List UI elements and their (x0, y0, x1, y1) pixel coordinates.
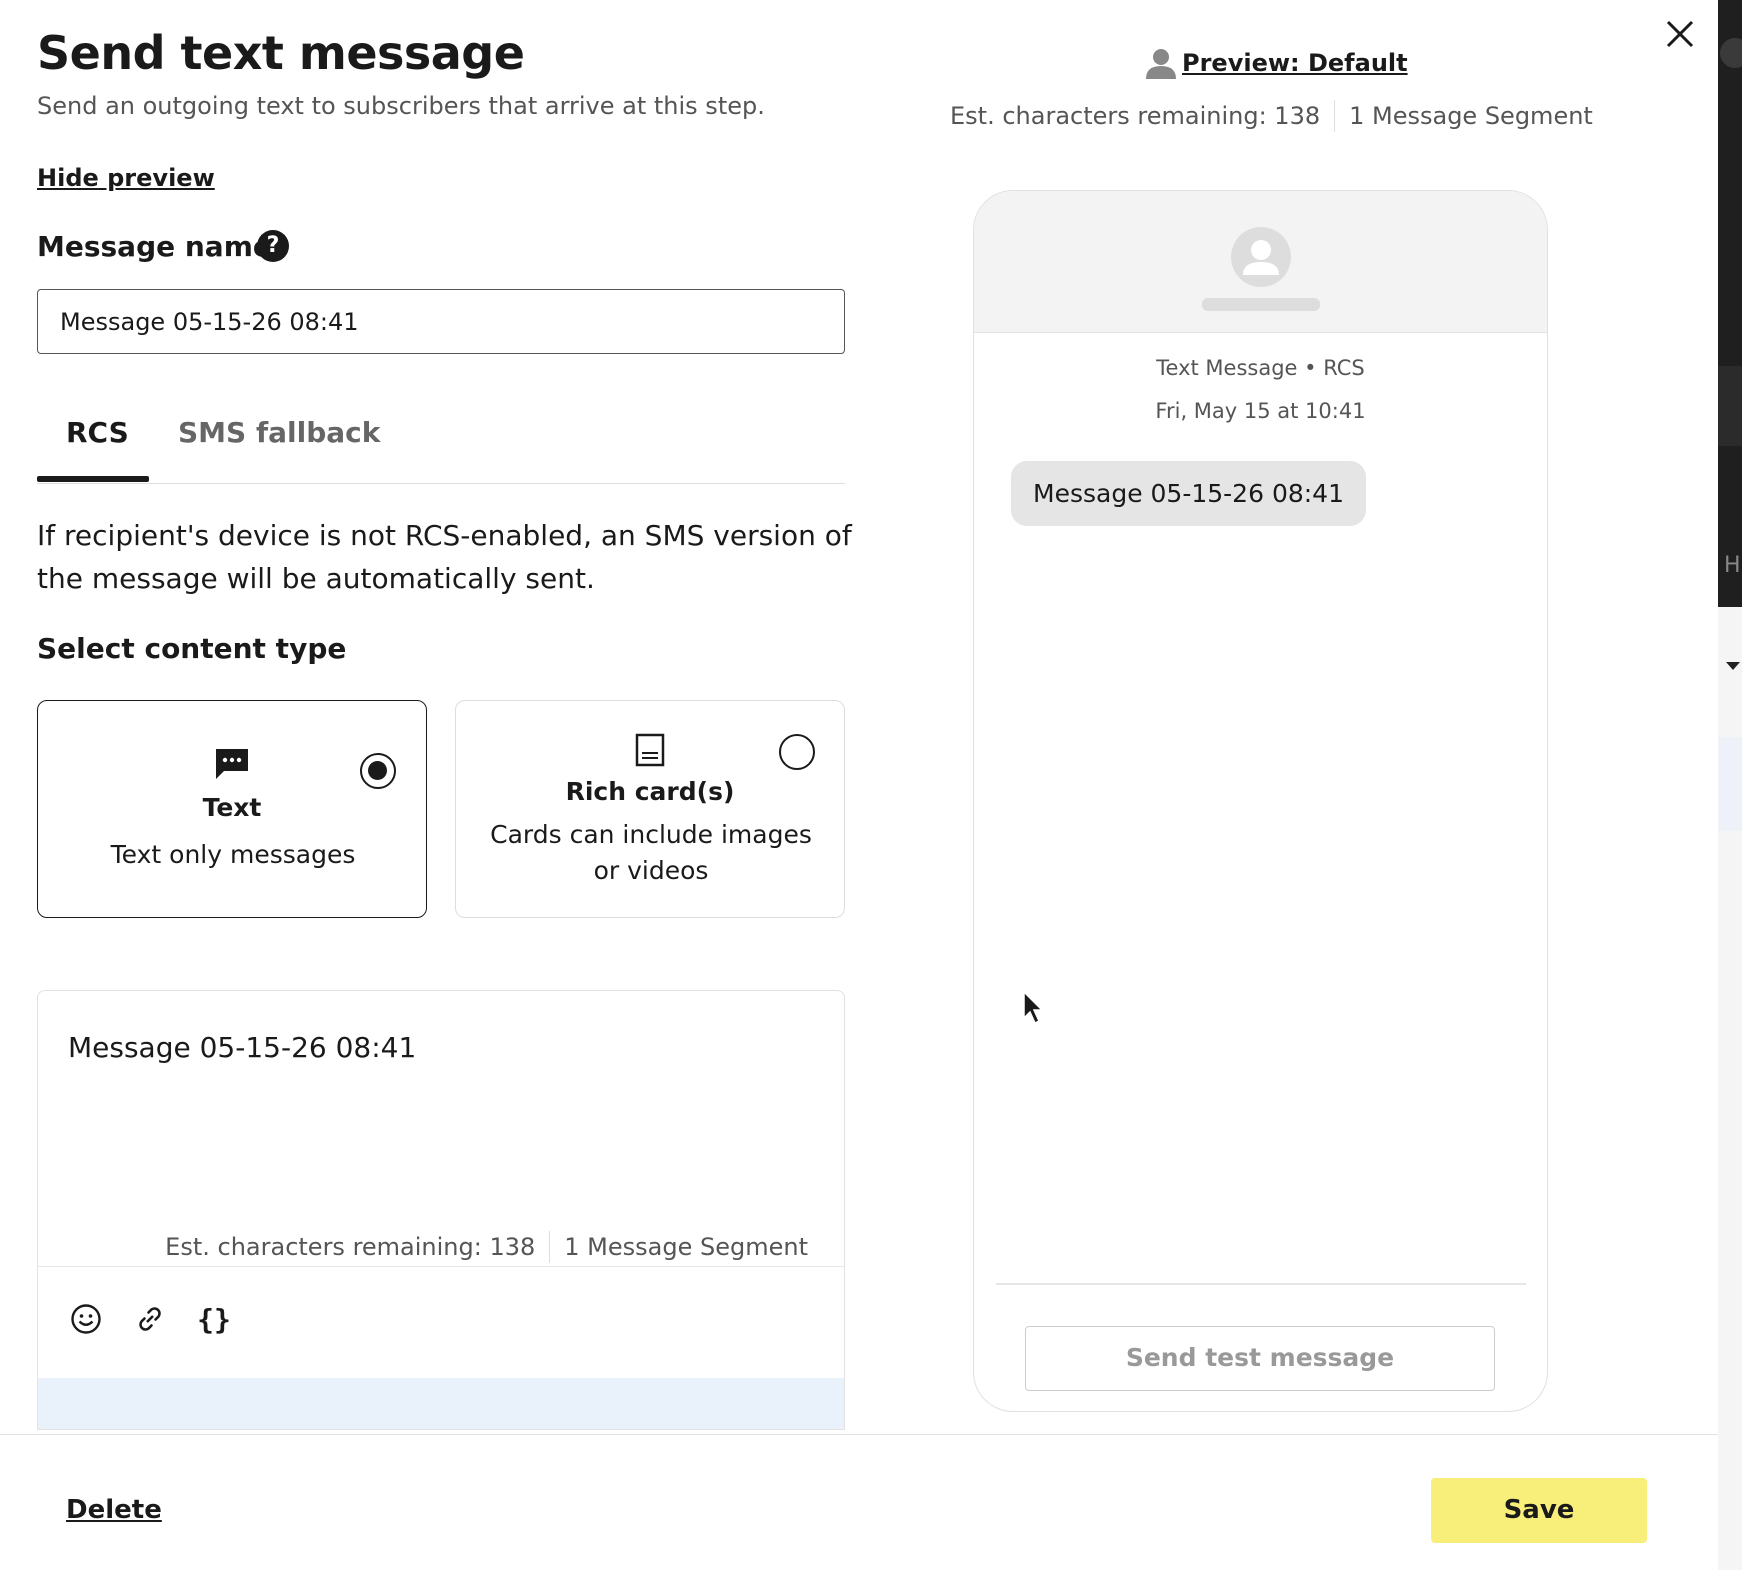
message-bubble: Message 05-15-26 08:41 (1011, 461, 1366, 526)
braces-icon[interactable]: {} (194, 1299, 234, 1339)
preview-profile-link[interactable]: Preview: Default (1144, 46, 1408, 80)
phone-header (974, 191, 1547, 333)
background-letter: H (1724, 553, 1741, 578)
background-stripe (1718, 737, 1742, 831)
suggestions-bar (38, 1378, 844, 1429)
background-avatar (1720, 38, 1742, 68)
text-card-title: Text (202, 793, 262, 822)
send-test-message-button[interactable]: Send test message (1025, 1326, 1495, 1391)
link-icon[interactable] (130, 1299, 170, 1339)
rich-card-radio[interactable] (779, 734, 815, 770)
user-icon (1146, 49, 1176, 79)
message-editor: Message 05-15-26 08:41 Est. characters r… (37, 990, 845, 1430)
rcs-fallback-info: If recipient's device is not RCS-enabled… (37, 519, 852, 595)
preview-segments: 1 Message Segment (1349, 102, 1593, 130)
chat-bubble-icon (214, 747, 250, 785)
preview-counter: Est. characters remaining: 138 1 Message… (950, 100, 1593, 132)
preview-profile-label: Preview: Default (1182, 49, 1408, 77)
preview-chars-remaining: Est. characters remaining: 138 (950, 102, 1321, 130)
select-content-type-label: Select content type (37, 632, 347, 665)
background-dark-panel (1718, 0, 1742, 607)
content-type-text-card[interactable]: Text Text only messages (37, 700, 427, 918)
text-card-description: Text only messages (110, 840, 356, 869)
editor-toolbar: {} (38, 1266, 844, 1378)
message-name-input[interactable] (37, 289, 845, 354)
page-title: Send text message (37, 26, 525, 80)
message-channel-label: Text Message • RCS (1156, 356, 1365, 380)
divider (996, 1283, 1526, 1285)
contact-name-placeholder (1202, 298, 1320, 311)
drawer-footer: Delete Save (0, 1434, 1718, 1570)
divider (1334, 100, 1336, 132)
emoji-icon[interactable] (66, 1299, 106, 1339)
contact-avatar-icon (1231, 227, 1291, 287)
tab-sms-fallback[interactable]: SMS fallback (178, 416, 380, 449)
delete-button[interactable]: Delete (66, 1495, 162, 1525)
divider (549, 1231, 551, 1263)
phone-preview: Text Message • RCS Fri, May 15 at 10:41 … (973, 190, 1548, 1412)
background-caret-icon (1726, 662, 1740, 670)
send-text-message-drawer: Send text message Send an outgoing text … (0, 0, 1718, 1570)
channel-tabs: RCS SMS fallback (37, 400, 845, 484)
background-dark-band (1718, 366, 1742, 446)
message-name-label: Message name (37, 230, 272, 263)
rich-card-description: Cards can include images or videos (490, 820, 812, 885)
message-body-input[interactable]: Message 05-15-26 08:41 (68, 1031, 416, 1064)
card-icon (635, 733, 665, 771)
editor-segments: 1 Message Segment (564, 1233, 808, 1261)
mouse-cursor-icon (1023, 990, 1044, 1025)
text-radio-selected[interactable] (360, 753, 396, 789)
hide-preview-link[interactable]: Hide preview (37, 164, 215, 192)
active-tab-indicator (37, 476, 149, 482)
editor-chars-remaining: Est. characters remaining: 138 (165, 1233, 536, 1261)
save-button[interactable]: Save (1431, 1478, 1647, 1543)
question-circle-icon[interactable]: ? (257, 230, 289, 262)
content-type-rich-card[interactable]: Rich card(s) Cards can include images or… (455, 700, 845, 918)
close-icon[interactable] (1660, 14, 1700, 54)
tab-rcs[interactable]: RCS (66, 416, 129, 449)
message-timestamp: Fri, May 15 at 10:41 (1155, 399, 1366, 423)
page-subtitle: Send an outgoing text to subscribers tha… (37, 92, 765, 120)
rich-card-title: Rich card(s) (565, 777, 735, 806)
editor-counter: Est. characters remaining: 138 1 Message… (165, 1231, 808, 1263)
